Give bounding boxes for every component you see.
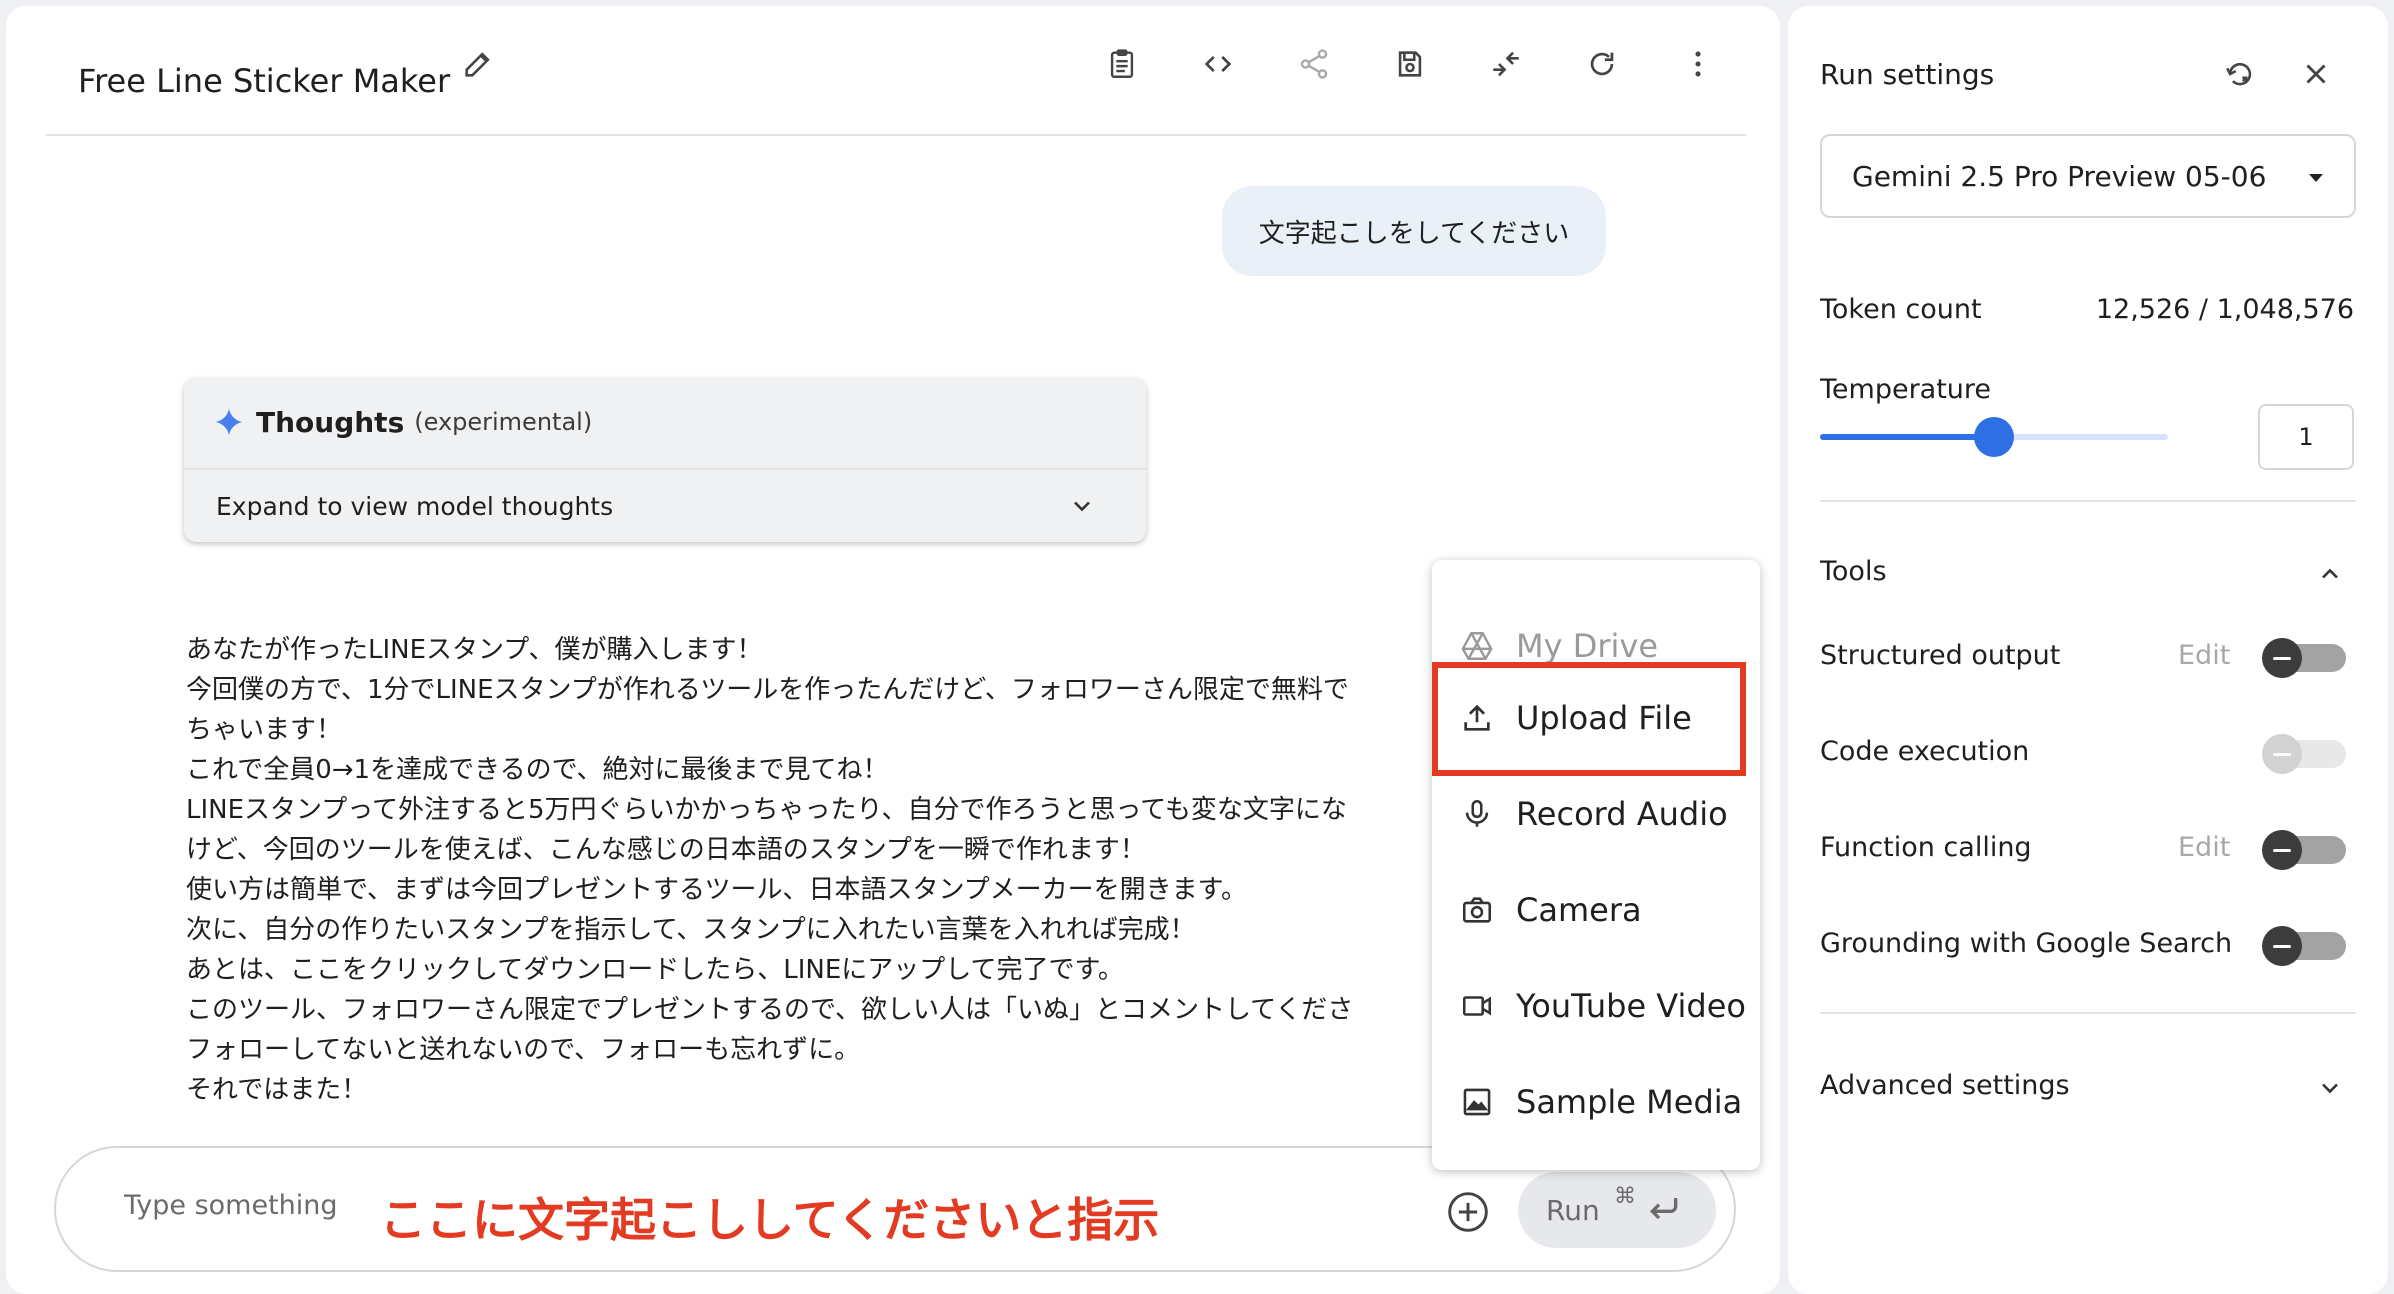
menu-item-youtube-video[interactable]: YouTube Video bbox=[1432, 958, 1760, 1054]
tools-label: Tools bbox=[1820, 556, 1887, 587]
settings-title: Run settings bbox=[1820, 58, 1995, 91]
response-line: けど、今回のツールを使えば、こんな感じの日本語のスタンプを一瞬で作れます！ bbox=[186, 835, 1146, 865]
toggle-knob bbox=[2262, 926, 2302, 966]
response-line: これで全員0→1を達成できるので、絶対に最後まで見てね！ bbox=[186, 755, 889, 785]
expand-thoughts-label: Expand to view model thoughts bbox=[216, 491, 614, 521]
chevron-down-icon bbox=[1074, 501, 1090, 512]
function-calling-toggle[interactable] bbox=[2262, 830, 2346, 870]
page-title: Free Line Sticker Maker bbox=[78, 62, 451, 100]
structured-output-toggle[interactable] bbox=[2262, 638, 2346, 678]
run-button[interactable]: Run ⌘ bbox=[1518, 1172, 1716, 1248]
thoughts-sublabel: (experimental) bbox=[414, 408, 593, 436]
response-line: このツール、フォロワーさん限定でプレゼントするので、欲しい人は「いぬ」とコメント… bbox=[186, 995, 1354, 1025]
temperature-input[interactable]: 1 bbox=[2258, 404, 2354, 470]
response-line: フォローしてないと送れないので、フォローも忘れずに。 bbox=[186, 1035, 861, 1065]
user-message-text: 文字起こしをしてください bbox=[1258, 218, 1570, 249]
menu-item-upload-file[interactable]: Upload File bbox=[1432, 670, 1760, 766]
model-select[interactable]: Gemini 2.5 Pro Preview 05-06 bbox=[1820, 134, 2356, 218]
video-icon bbox=[1462, 996, 1492, 1016]
token-count-label: Token count bbox=[1820, 294, 1982, 325]
response-line: LINEスタンプって外注すると5万円ぐらいかかっちゃったり、自分で作ろうと思って… bbox=[186, 795, 1347, 825]
response-line: それではまた！ bbox=[186, 1075, 368, 1105]
edit-icon[interactable] bbox=[454, 40, 502, 88]
expand-thoughts-button[interactable]: Expand to view model thoughts bbox=[184, 470, 1146, 542]
model-response: あなたが作ったLINEスタンプ、僕が購入します！ 今回僕の方で、1分でLINEスタ… bbox=[186, 630, 1446, 1120]
media-menu: My Drive Upload File Record Audio Camera… bbox=[1432, 560, 1760, 1170]
prompt-placeholder: Type something bbox=[124, 1190, 338, 1221]
slider-thumb[interactable] bbox=[1974, 417, 2014, 457]
image-icon bbox=[1463, 1088, 1491, 1116]
divider bbox=[1820, 500, 2356, 502]
temperature-slider[interactable] bbox=[1820, 417, 2168, 457]
chat-header: Free Line Sticker Maker bbox=[46, 6, 1746, 136]
slider-fill bbox=[1820, 434, 1994, 440]
temperature-value: 1 bbox=[2298, 423, 2314, 451]
advanced-settings-label[interactable]: Advanced settings bbox=[1820, 1070, 2070, 1101]
code-execution-toggle[interactable] bbox=[2262, 734, 2346, 774]
thoughts-header: Thoughts (experimental) bbox=[184, 378, 1146, 466]
response-line: あとは、ここをクリックしてダウンロードしたら、LINEにアップして完了です。 bbox=[186, 955, 1124, 985]
clipboard-icon[interactable] bbox=[1098, 40, 1146, 88]
menu-item-label: Upload File bbox=[1516, 699, 1692, 737]
thoughts-label: Thoughts bbox=[256, 405, 405, 439]
toggle-knob bbox=[2262, 830, 2302, 870]
menu-item-label: Camera bbox=[1516, 891, 1642, 929]
sparkle-icon bbox=[215, 408, 243, 436]
refresh-icon[interactable] bbox=[1578, 40, 1626, 88]
run-label: Run bbox=[1546, 1193, 1600, 1227]
response-line: あなたが作ったLINEスタンプ、僕が購入します！ bbox=[186, 635, 763, 665]
menu-item-label: My Drive bbox=[1516, 627, 1659, 665]
tool-label-code-execution: Code execution bbox=[1820, 736, 2030, 767]
function-calling-edit-link[interactable]: Edit bbox=[2178, 832, 2230, 863]
response-line: 使い方は簡単で、まずは今回プレゼントするツール、日本語スタンプメーカーを開きます… bbox=[186, 875, 1248, 905]
camera-icon bbox=[1462, 897, 1492, 923]
temperature-label: Temperature bbox=[1820, 374, 1992, 405]
menu-item-label: Record Audio bbox=[1516, 795, 1728, 833]
compare-icon[interactable] bbox=[1482, 40, 1530, 88]
model-name: Gemini 2.5 Pro Preview 05-06 bbox=[1852, 159, 2267, 193]
response-line: 今回僕の方で、1分でLINEスタンプが作れるツールを作ったんだけど、フォロワーさ… bbox=[186, 675, 1349, 705]
tool-label-structured-output: Structured output bbox=[1820, 640, 2061, 671]
enter-icon bbox=[1649, 1198, 1678, 1220]
menu-item-record-audio[interactable]: Record Audio bbox=[1432, 766, 1760, 862]
annotation-text: ここに文字起こししてくださいと指示 bbox=[380, 1193, 1160, 1247]
toggle-knob bbox=[2262, 734, 2302, 774]
structured-output-edit-link[interactable]: Edit bbox=[2178, 640, 2230, 671]
drive-icon bbox=[1461, 632, 1493, 660]
upload-icon bbox=[1464, 704, 1490, 731]
menu-item-label: Sample Media bbox=[1516, 1083, 1743, 1121]
user-message: 文字起こしをしてください bbox=[1222, 186, 1606, 276]
chevron-up-icon[interactable] bbox=[2316, 560, 2344, 588]
reset-icon[interactable] bbox=[2216, 50, 2264, 98]
code-icon[interactable] bbox=[1194, 40, 1242, 88]
tool-label-function-calling: Function calling bbox=[1820, 832, 2032, 863]
close-icon[interactable] bbox=[2292, 50, 2340, 98]
command-key: ⌘ bbox=[1614, 1184, 1636, 1209]
response-line: 次に、自分の作りたいスタンプを指示して、スタンプに入れたい言葉を入れれば完成！ bbox=[186, 915, 1196, 945]
menu-item-sample-media[interactable]: Sample Media bbox=[1432, 1054, 1760, 1150]
token-count-value: 12,526 / 1,048,576 bbox=[2095, 294, 2354, 325]
run-settings-panel: Run settings Gemini 2.5 Pro Preview 05-0… bbox=[1788, 6, 2388, 1294]
thoughts-card: Thoughts (experimental) Expand to view m… bbox=[184, 378, 1146, 542]
add-media-icon[interactable] bbox=[1446, 1190, 1490, 1234]
caret-down-icon bbox=[2309, 174, 2323, 182]
menu-item-camera[interactable]: Camera bbox=[1432, 862, 1760, 958]
more-icon[interactable] bbox=[1674, 40, 1722, 88]
grounding-toggle[interactable] bbox=[2262, 926, 2346, 966]
mic-icon bbox=[1465, 799, 1489, 827]
chevron-down-icon[interactable] bbox=[2316, 1074, 2344, 1102]
menu-item-label: YouTube Video bbox=[1516, 987, 1746, 1025]
share-icon[interactable] bbox=[1290, 40, 1338, 88]
divider bbox=[1820, 1012, 2356, 1014]
toggle-knob bbox=[2262, 638, 2302, 678]
save-icon[interactable] bbox=[1386, 40, 1434, 88]
tool-label-grounding: Grounding with Google Search bbox=[1820, 928, 2233, 959]
response-line: ちゃいます！ bbox=[186, 715, 343, 745]
